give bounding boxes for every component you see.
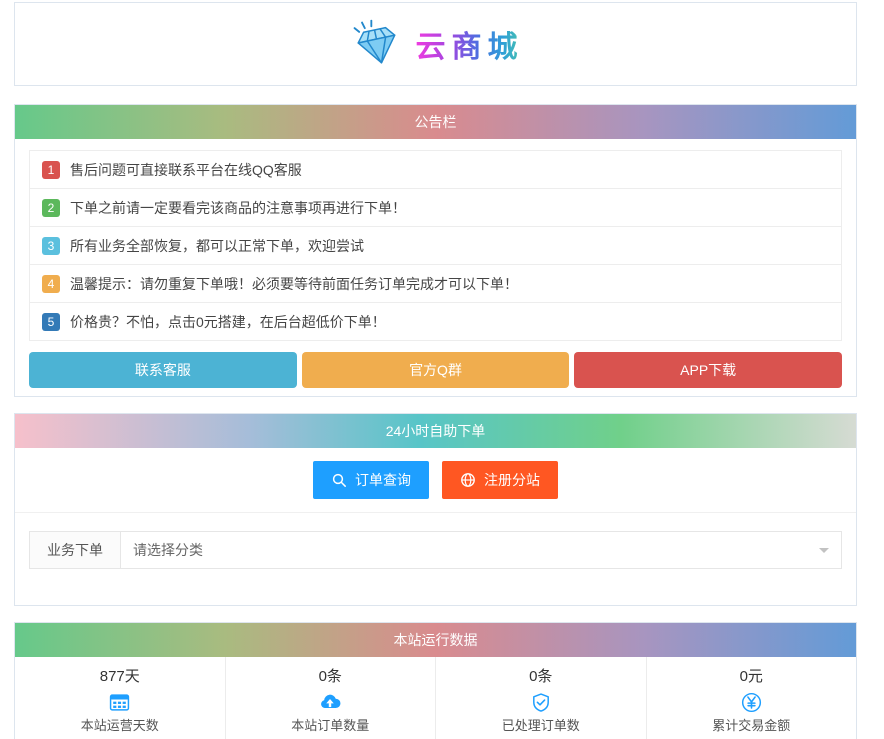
announcement-number-badge: 1 <box>42 160 60 179</box>
page: 云商城 公告栏 1 售后问题可直接联系平台在线QQ客服 2 下单之前请一定要看完该商品… <box>0 0 871 739</box>
stat-label: 已处理订单数 <box>501 718 580 733</box>
stat-value: 0元 <box>739 668 763 685</box>
order-section-header: 24小时自助下单 <box>15 414 856 448</box>
announcement-number-badge: 2 <box>42 198 60 217</box>
order-section: 24小时自助下单 订单查询 注册分站 业务下单 请选择分类 <box>14 413 857 606</box>
logo[interactable]: 云商城 <box>348 19 524 69</box>
stat-label: 本站运营天数 <box>80 718 159 733</box>
stat-column: 0条已处理订单数 <box>436 657 647 739</box>
announcement-item: 5 价格贵？不怕，点击0元搭建，在后台超低价下单！ <box>29 302 842 341</box>
announcement-item: 4 温馨提示：请勿重复下单哦！必须要等待前面任务订单完成才可以下单！ <box>29 264 842 303</box>
announcement-item: 3 所有业务全部恢复，都可以正常下单，欢迎尝试 <box>29 226 842 265</box>
announcement-number-badge: 3 <box>42 236 60 255</box>
site-header: 云商城 <box>14 2 857 86</box>
stat-label: 本站订单数量 <box>291 718 370 733</box>
business-order-label: 业务下单 <box>29 531 121 569</box>
stats-row: 877天 本站运营天数 0条 本站订单数量 0条 已处理订单数 0元 累计交易金额 <box>15 657 856 739</box>
announcement-item: 2 下单之前请一定要看完该商品的注意事项再进行下单！ <box>29 188 842 227</box>
business-order-form: 业务下单 请选择分类 <box>29 531 842 569</box>
cloud-upload-icon <box>226 690 436 714</box>
announcement-footer-button[interactable]: APP下载 <box>574 352 843 388</box>
stat-column: 877天本站运营天数 <box>15 657 226 739</box>
shield-check-icon <box>436 690 646 714</box>
calendar-grid-icon <box>15 690 225 714</box>
announcement-number-badge: 5 <box>42 312 60 331</box>
globe-icon <box>461 473 475 487</box>
category-select[interactable]: 请选择分类 <box>121 531 842 569</box>
stats-section: 本站运行数据 877天 本站运营天数 0条 本站订单数量 0条 已处理订单数 0元 累计交易金… <box>14 622 857 739</box>
search-icon <box>332 473 346 487</box>
announcement-number-badge: 4 <box>42 274 60 293</box>
announcement-text: 温馨提示：请勿重复下单哦！必须要等待前面任务订单完成才可以下单！ <box>70 275 518 292</box>
stat-value: 0条 <box>529 668 553 685</box>
order-query-button[interactable]: 订单查询 <box>313 461 429 499</box>
category-select-value: 请选择分类 <box>133 542 203 558</box>
stat-value: 877天 <box>99 668 140 685</box>
announcement-header: 公告栏 <box>15 105 856 139</box>
announcement-footer-button[interactable]: 官方Q群 <box>301 352 570 388</box>
stats-header: 本站运行数据 <box>15 623 856 657</box>
announcement-footer-button[interactable]: 联系客服 <box>29 352 297 388</box>
order-actions: 订单查询 注册分站 <box>15 448 856 513</box>
announcement-text: 所有业务全部恢复，都可以正常下单，欢迎尝试 <box>70 237 364 254</box>
register-substation-button[interactable]: 注册分站 <box>442 461 558 499</box>
announcement-item: 1 售后问题可直接联系平台在线QQ客服 <box>29 150 842 189</box>
announcement-text: 价格贵？不怕，点击0元搭建，在后台超低价下单！ <box>70 313 386 330</box>
yen-circle-icon <box>647 690 857 714</box>
announcement-text: 售后问题可直接联系平台在线QQ客服 <box>70 161 302 178</box>
chevron-down-icon <box>819 548 829 558</box>
stat-column: 0元累计交易金额 <box>647 657 857 739</box>
register-substation-label: 注册分站 <box>484 472 540 488</box>
announcement-list: 1 售后问题可直接联系平台在线QQ客服 2 下单之前请一定要看完该商品的注意事项再进行… <box>29 150 842 341</box>
announcement-section: 公告栏 1 售后问题可直接联系平台在线QQ客服 2 下单之前请一定要看完该商品的注意事… <box>14 104 857 397</box>
announcement-text: 下单之前请一定要看完该商品的注意事项再进行下单！ <box>70 199 406 216</box>
diamond-logo-icon <box>353 19 395 64</box>
order-query-label: 订单查询 <box>355 472 411 488</box>
stat-label: 累计交易金额 <box>712 718 791 733</box>
stat-column: 0条本站订单数量 <box>226 657 436 739</box>
stat-value: 0条 <box>318 668 342 685</box>
site-title: 云商城 <box>416 22 524 66</box>
announcement-button-row: 联系客服 官方Q群 APP下载 <box>29 352 843 388</box>
